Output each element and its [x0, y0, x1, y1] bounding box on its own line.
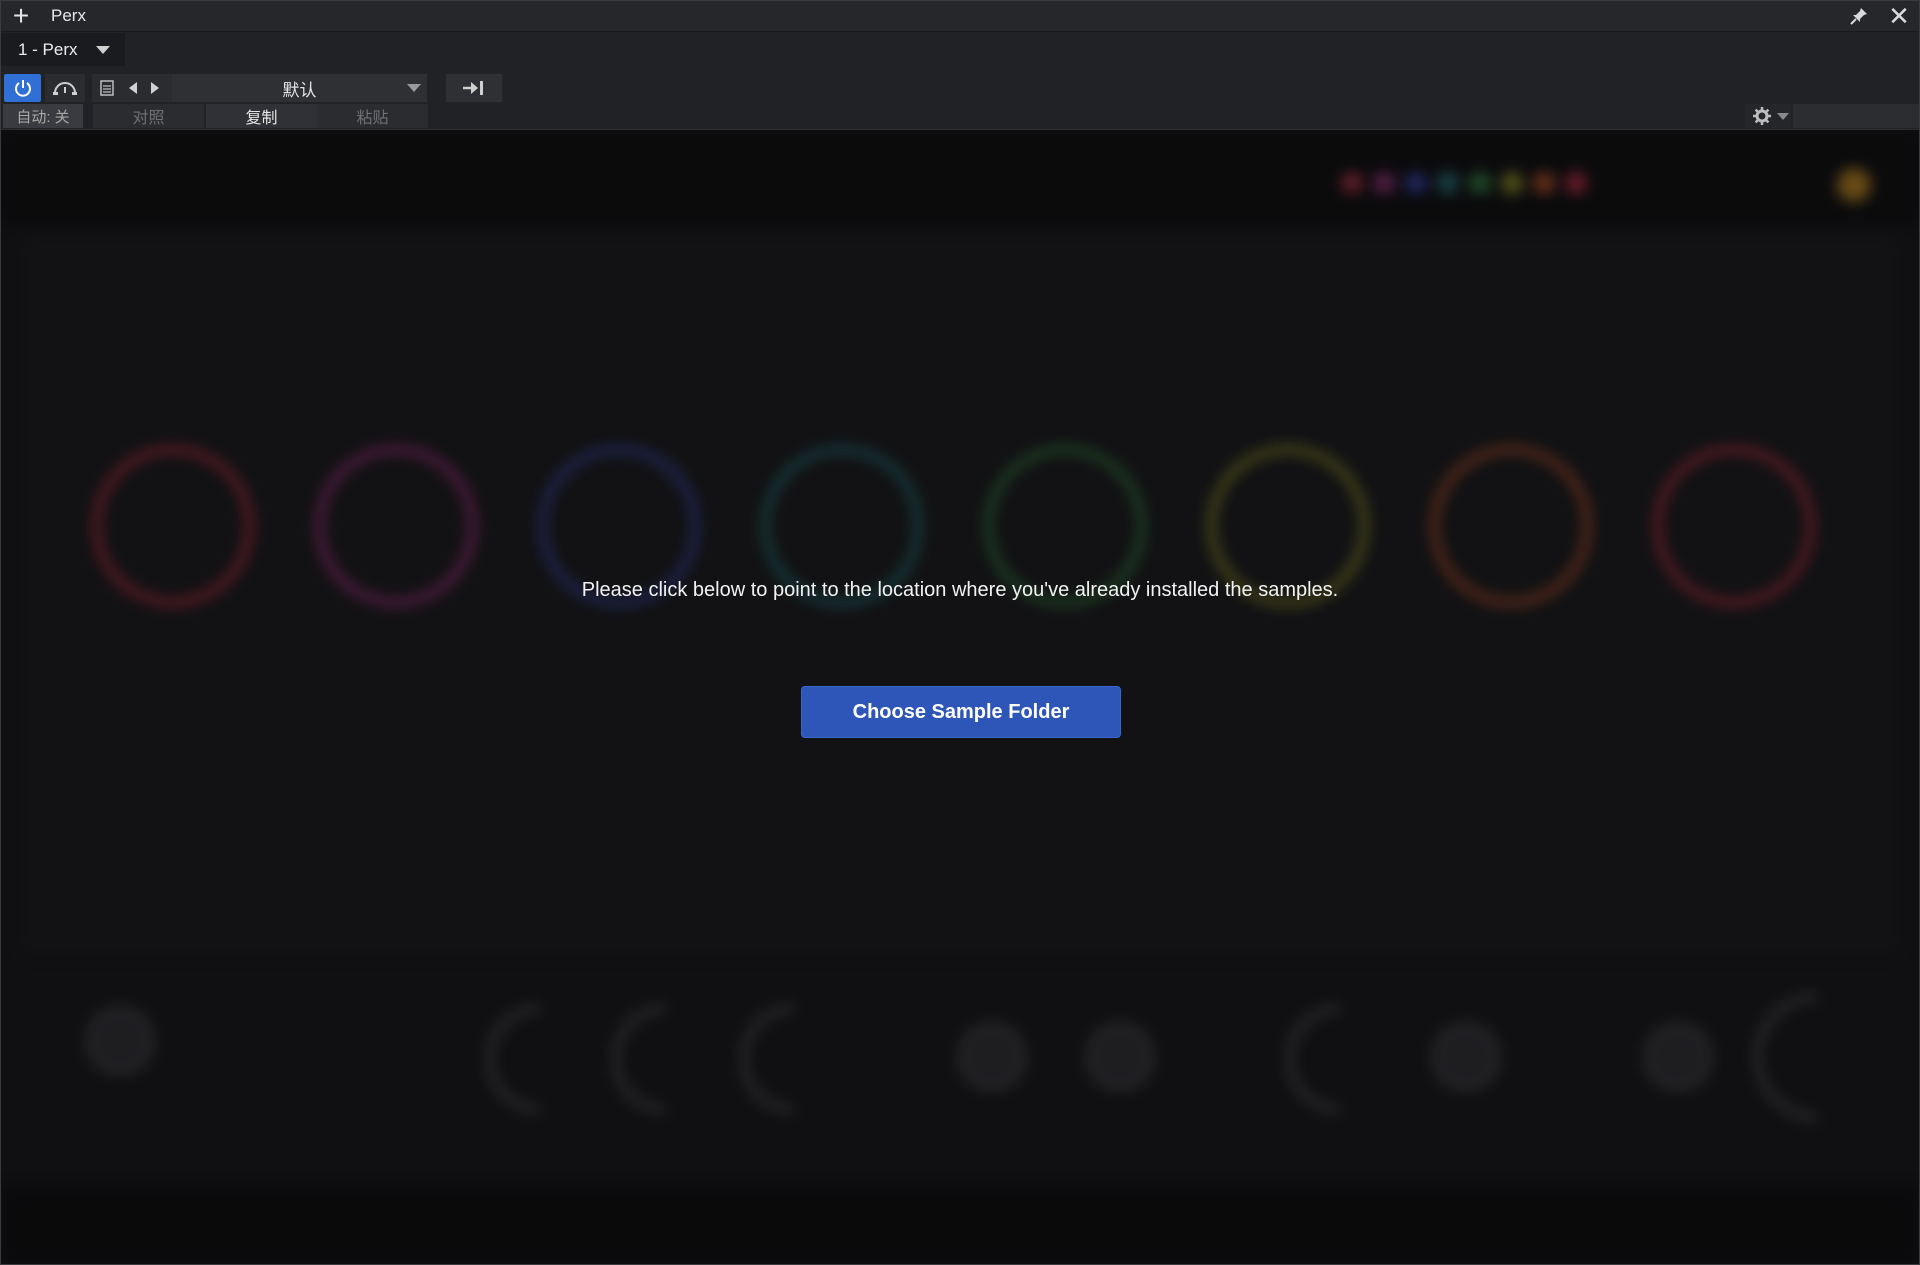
background-knob-arc — [1726, 965, 1910, 1149]
background-knob-arc — [1262, 981, 1418, 1137]
toolbar: 默认 — [1, 73, 521, 103]
background-knob — [957, 1022, 1027, 1092]
instance-label: 1 - Perx — [18, 39, 78, 59]
background-knob — [1085, 1022, 1155, 1092]
background-knob — [85, 1006, 155, 1076]
background-knob — [1643, 1022, 1713, 1092]
settings-button[interactable] — [1745, 104, 1791, 128]
close-icon[interactable]: ✕ — [1879, 1, 1919, 31]
window-title: Perx — [51, 6, 86, 25]
choose-sample-folder-button[interactable]: Choose Sample Folder — [801, 686, 1121, 738]
plugin-content: Please click below to point to the locat… — [1, 130, 1919, 1264]
sidechain-icon — [463, 81, 483, 95]
compare-button[interactable]: 对照 — [93, 104, 204, 128]
chevron-down-icon — [1777, 112, 1789, 120]
indicator-dot — [1565, 172, 1587, 194]
background-knob-arc — [462, 981, 618, 1137]
background-top-bar — [1, 130, 1919, 225]
next-preset-icon[interactable] — [144, 82, 166, 94]
copy-button[interactable]: 复制 — [206, 104, 317, 128]
indicator-dot — [1837, 168, 1871, 202]
indicator-dot — [1405, 172, 1427, 194]
indicator-dot — [1533, 172, 1555, 194]
extra-field[interactable] — [1793, 104, 1919, 128]
chevron-down-icon — [95, 45, 110, 54]
automation-toggle[interactable]: 自动: 关 — [3, 104, 83, 128]
bypass-button[interactable] — [45, 74, 85, 102]
plugin-window: + Perx ✕ 1 - Perx 默认 自动: 关 对照 复制 粘贴 Plea… — [0, 0, 1920, 1265]
sample-location-message: Please click below to point to the locat… — [581, 579, 1339, 601]
power-button[interactable] — [4, 74, 41, 102]
gear-icon — [1753, 107, 1771, 125]
background-bottom-bar — [1, 1186, 1919, 1264]
instance-selector[interactable]: 1 - Perx — [1, 33, 125, 66]
power-icon — [14, 80, 31, 97]
plugin-header: 1 - Perx 默认 自动: 关 对照 复制 粘贴 — [1, 32, 1919, 130]
automation-row: 自动: 关 对照 复制 粘贴 — [1, 104, 1919, 128]
title-bar: + Perx ✕ — [1, 1, 1919, 32]
plus-icon[interactable]: + — [1, 1, 41, 31]
background-knob-arc — [588, 981, 744, 1137]
preset-controls: 默认 — [92, 74, 427, 102]
previous-preset-icon[interactable] — [122, 82, 144, 94]
sidechain-button[interactable] — [446, 74, 502, 102]
preset-file-icon[interactable] — [92, 80, 122, 96]
background-knob — [1431, 1022, 1501, 1092]
indicator-dot — [1341, 172, 1363, 194]
background-knob-arc — [716, 981, 872, 1137]
pin-icon[interactable] — [1839, 1, 1879, 31]
title-bar-controls: ✕ — [1839, 1, 1919, 31]
bypass-icon — [53, 82, 77, 95]
chevron-down-icon — [407, 84, 421, 92]
indicator-dot — [1501, 172, 1523, 194]
indicator-dot — [1469, 172, 1491, 194]
preset-dropdown[interactable]: 默认 — [172, 74, 427, 102]
preset-name: 默认 — [282, 80, 317, 100]
indicator-dot — [1437, 172, 1459, 194]
paste-button[interactable]: 粘贴 — [317, 104, 428, 128]
indicator-dot — [1373, 172, 1395, 194]
